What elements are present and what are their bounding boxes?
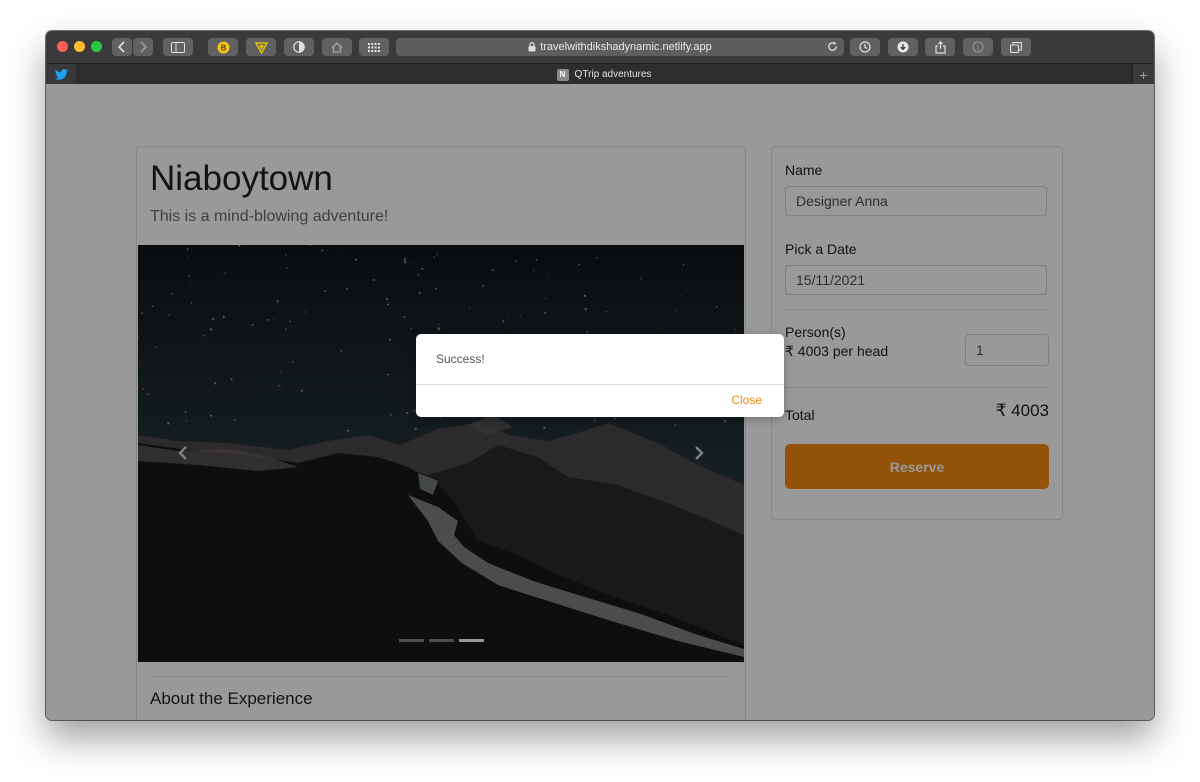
privacy-extension-button[interactable] [284, 38, 314, 56]
minimize-window-button[interactable] [74, 41, 85, 52]
privacy-extension-icon [293, 41, 305, 53]
lock-icon [528, 42, 536, 52]
sidebar-button[interactable] [163, 38, 193, 56]
home-button[interactable] [322, 38, 352, 56]
tab-favicon: N [556, 68, 569, 81]
grid-button[interactable] [359, 38, 389, 56]
share-button[interactable] [925, 38, 955, 56]
zoom-window-button[interactable] [91, 41, 102, 52]
new-tab-button[interactable]: + [1132, 64, 1154, 85]
modal-divider [416, 384, 784, 385]
home-icon [331, 41, 343, 53]
forward-button[interactable] [133, 38, 153, 56]
success-modal: Success! Close [416, 334, 784, 417]
browser-toolbar: B travelwithdikshadynamic.netlify.app i [46, 31, 1154, 63]
browser-window: B travelwithdikshadynamic.netlify.app i … [46, 31, 1154, 720]
tab-qtrip[interactable]: N QTrip adventures [76, 64, 1132, 85]
address-bar[interactable]: travelwithdikshadynamic.netlify.app [396, 38, 844, 56]
tab-title: QTrip adventures [574, 69, 652, 80]
history-icon [859, 41, 871, 53]
tab-bar: N QTrip adventures + [46, 63, 1154, 86]
share-icon [934, 40, 946, 54]
plus-icon: + [1139, 66, 1148, 83]
grid-icon [368, 42, 380, 52]
history-button[interactable] [850, 38, 880, 56]
svg-text:B: B [220, 43, 226, 52]
info-icon: i [972, 41, 984, 53]
reload-icon[interactable] [827, 41, 838, 52]
modal-close-button[interactable]: Close [731, 393, 762, 407]
downloads-button[interactable] [888, 38, 918, 56]
back-icon [117, 41, 125, 53]
sidebar-icon [171, 41, 185, 53]
tabs-overview-icon [1010, 41, 1022, 53]
tabs-overview-button[interactable] [1001, 38, 1031, 56]
download-icon [897, 41, 909, 53]
page-content: Niaboytown This is a mind-blowing advent… [46, 84, 1154, 720]
forward-icon [140, 41, 148, 53]
info-button[interactable]: i [963, 38, 993, 56]
shield-extension-icon [254, 41, 268, 54]
pinned-tab[interactable] [46, 64, 76, 85]
twitter-icon [54, 69, 68, 80]
shield-extension-button[interactable] [246, 38, 276, 56]
svg-text:i: i [977, 44, 979, 52]
close-window-button[interactable] [57, 41, 68, 52]
back-button[interactable] [112, 38, 132, 56]
bitcoin-extension-icon: B [217, 41, 229, 53]
modal-message: Success! [436, 352, 485, 366]
bitcoin-extension-button[interactable]: B [208, 38, 238, 56]
url-text: travelwithdikshadynamic.netlify.app [540, 41, 712, 53]
